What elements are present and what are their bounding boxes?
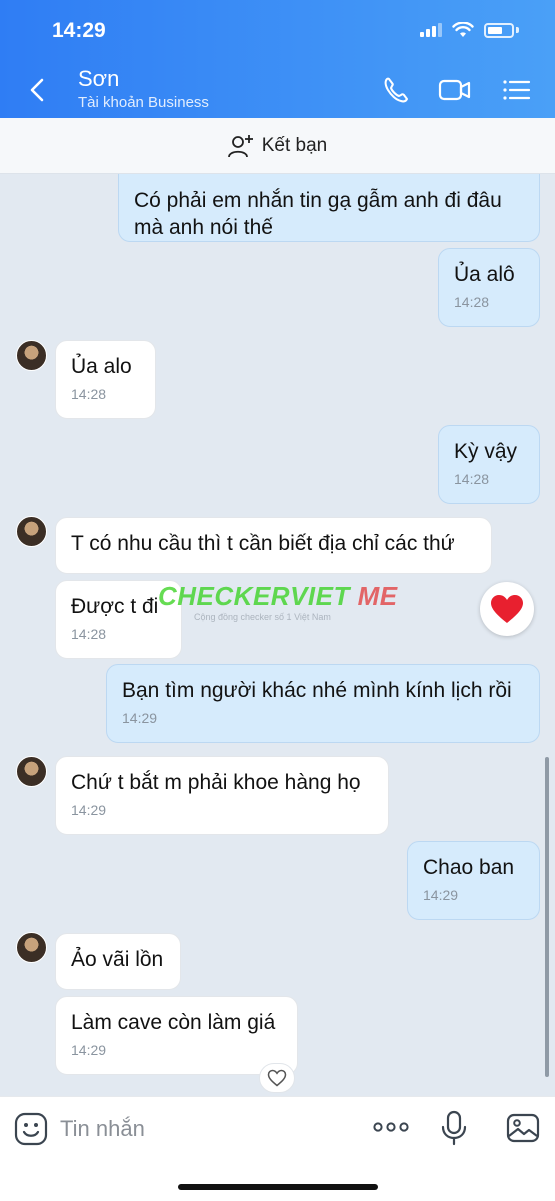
message-text: Làm cave còn làm giá xyxy=(71,1011,276,1034)
message-bubble-outgoing[interactable]: Có phải em nhắn tin gạ gẫm anh đi đâu mà… xyxy=(118,174,540,242)
heart-reaction-button[interactable] xyxy=(480,582,534,636)
message-text: Được t đi xyxy=(71,595,159,618)
message-bubble-outgoing[interactable]: Ủa alô 14:28 xyxy=(438,248,540,327)
message-list[interactable]: Có phải em nhắn tin gạ gẫm anh đi đâu mà… xyxy=(0,174,555,1096)
add-friend-label: Kết bạn xyxy=(261,134,328,156)
message-bubble-outgoing[interactable]: Kỳ vậy 14:28 xyxy=(438,425,540,504)
list-icon[interactable] xyxy=(500,74,534,106)
composer-bar xyxy=(0,1096,555,1201)
message-text: Chứ t bắt m phải khoe hàng họ xyxy=(71,771,361,794)
watermark: CHECKERVIET ME Cộng đồng checker số 1 Vi… xyxy=(158,581,398,622)
battery-icon xyxy=(484,22,514,38)
message-text: Bạn tìm người khác nhé mình kính lịch rồ… xyxy=(122,679,512,702)
heart-outline-icon xyxy=(267,1069,287,1087)
emoji-icon[interactable] xyxy=(14,1112,48,1146)
message-text: Có phải em nhắn tin gạ gẫm anh đi đâu mà… xyxy=(134,189,502,239)
wifi-icon xyxy=(452,22,474,37)
message-time: 14:29 xyxy=(71,802,107,818)
contact-name[interactable]: Sơn xyxy=(78,66,119,92)
heart-icon xyxy=(491,595,523,623)
message-bubble-outgoing[interactable]: Chao ban 14:29 xyxy=(407,841,540,920)
avatar[interactable] xyxy=(16,340,47,371)
message-text: T có nhu cầu thì t cần biết địa chỉ các … xyxy=(71,532,455,555)
message-bubble-outgoing[interactable]: Bạn tìm người khác nhé mình kính lịch rồ… xyxy=(106,664,540,743)
message-bubble-incoming[interactable]: Ảo vãi lồn xyxy=(55,933,181,990)
message-bubble-incoming[interactable]: Ủa alo 14:28 xyxy=(55,340,156,419)
phone-icon[interactable] xyxy=(380,74,414,106)
message-input[interactable] xyxy=(60,1109,360,1149)
message-time: 14:28 xyxy=(71,386,107,402)
react-button[interactable] xyxy=(259,1063,295,1093)
message-time: 14:29 xyxy=(423,887,459,903)
add-friend-button[interactable]: Kết bạn xyxy=(0,118,555,174)
message-time: 14:28 xyxy=(71,626,107,642)
home-indicator xyxy=(178,1184,378,1190)
scrollbar[interactable] xyxy=(545,757,549,1077)
message-text: Ảo vãi lồn xyxy=(71,948,164,971)
more-dots-icon[interactable] xyxy=(372,1117,410,1137)
status-icons xyxy=(420,22,519,38)
status-time: 14:29 xyxy=(52,19,106,42)
chat-header: 14:29 Sơn Tài khoản Business xyxy=(0,0,555,118)
message-text: Kỳ vậy xyxy=(454,440,518,463)
message-text: Ủa alo xyxy=(71,355,132,378)
message-time: 14:29 xyxy=(71,1042,107,1058)
chevron-left-icon[interactable] xyxy=(24,76,52,104)
add-user-icon xyxy=(227,134,253,157)
message-time: 14:28 xyxy=(454,471,490,487)
message-text: Ủa alô xyxy=(454,263,515,286)
avatar[interactable] xyxy=(16,516,47,547)
video-icon[interactable] xyxy=(438,74,472,106)
message-text: Chao ban xyxy=(423,856,515,879)
message-bubble-incoming[interactable]: T có nhu cầu thì t cần biết địa chỉ các … xyxy=(55,517,492,574)
contact-subtitle: Tài khoản Business xyxy=(78,94,209,111)
message-time: 14:29 xyxy=(122,710,158,726)
avatar[interactable] xyxy=(16,932,47,963)
message-bubble-incoming[interactable]: Làm cave còn làm giá 14:29 xyxy=(55,996,298,1075)
signal-icon xyxy=(420,23,442,37)
microphone-icon[interactable] xyxy=(440,1110,468,1146)
message-bubble-incoming[interactable]: Chứ t bắt m phải khoe hàng họ 14:29 xyxy=(55,756,389,835)
image-icon[interactable] xyxy=(506,1112,540,1144)
message-time: 14:28 xyxy=(454,294,490,310)
avatar[interactable] xyxy=(16,756,47,787)
message-bubble-incoming[interactable]: Được t đi 14:28 xyxy=(55,580,182,659)
